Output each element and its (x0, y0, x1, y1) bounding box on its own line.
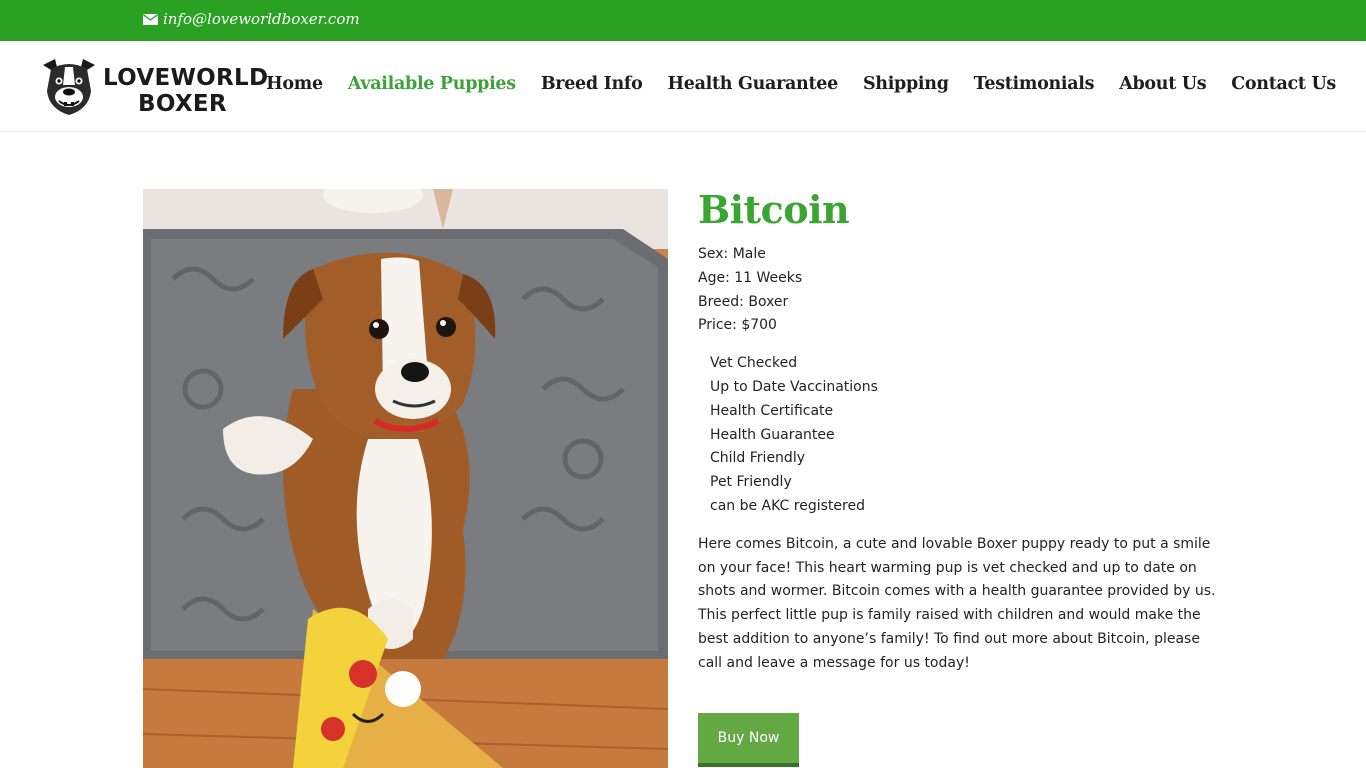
puppy-info: Bitcoin Sex: Male Age: 11 Weeks Breed: B… (698, 186, 1228, 767)
puppy-name: Bitcoin (698, 187, 850, 232)
feature-item: Health Guarantee (710, 426, 835, 443)
main-nav: Home Available Puppies Breed Info Health… (241, 74, 1336, 94)
puppy-specs: Sex: Male Age: 11 Weeks Breed: Boxer Pri… (698, 243, 1228, 338)
nav-home[interactable]: Home (266, 74, 323, 94)
feature-item: can be AKC registered (710, 497, 865, 514)
feature-item: Up to Date Vaccinations (710, 378, 878, 395)
feature-list: Vet Checked Up to Date Vaccinations Heal… (710, 352, 1228, 519)
email-text: info@loveworldboxer.com (163, 10, 360, 28)
brand-line-2: BOXER (138, 91, 227, 117)
nav-contact-us[interactable]: Contact Us (1231, 74, 1336, 94)
nav-about-us[interactable]: About Us (1119, 74, 1206, 94)
buy-now-button[interactable]: Buy Now (698, 713, 799, 767)
email-link[interactable]: info@loveworldboxer.com (143, 10, 360, 28)
spec-sex: Sex: Male (698, 246, 766, 262)
nav-shipping[interactable]: Shipping (863, 74, 949, 94)
feature-item: Pet Friendly (710, 474, 792, 491)
puppy-photo (143, 189, 668, 768)
site-header: LOVEWORLD BOXER Home Available Puppies B… (0, 41, 1366, 132)
nav-available-puppies[interactable]: Available Puppies (348, 74, 516, 94)
nav-health-guarantee[interactable]: Health Guarantee (668, 74, 839, 94)
spec-breed: Breed: Boxer (698, 293, 789, 310)
top-bar: info@loveworldboxer.com (0, 0, 1366, 41)
nav-testimonials[interactable]: Testimonials (974, 74, 1095, 94)
site-logo[interactable]: LOVEWORLD BOXER (37, 55, 268, 119)
boxer-dog-face-icon (43, 59, 95, 115)
spec-price: Price: $700 (698, 317, 777, 334)
feature-item: Health Certificate (710, 402, 834, 419)
feature-item: Child Friendly (710, 450, 805, 467)
puppy-description: Here comes Bitcoin, a cute and lovable B… (698, 535, 1216, 671)
spec-age: Age: 11 Weeks (698, 269, 803, 286)
nav-breed-info[interactable]: Breed Info (541, 74, 643, 94)
envelope-icon (143, 13, 158, 25)
feature-item: Vet Checked (710, 355, 798, 372)
